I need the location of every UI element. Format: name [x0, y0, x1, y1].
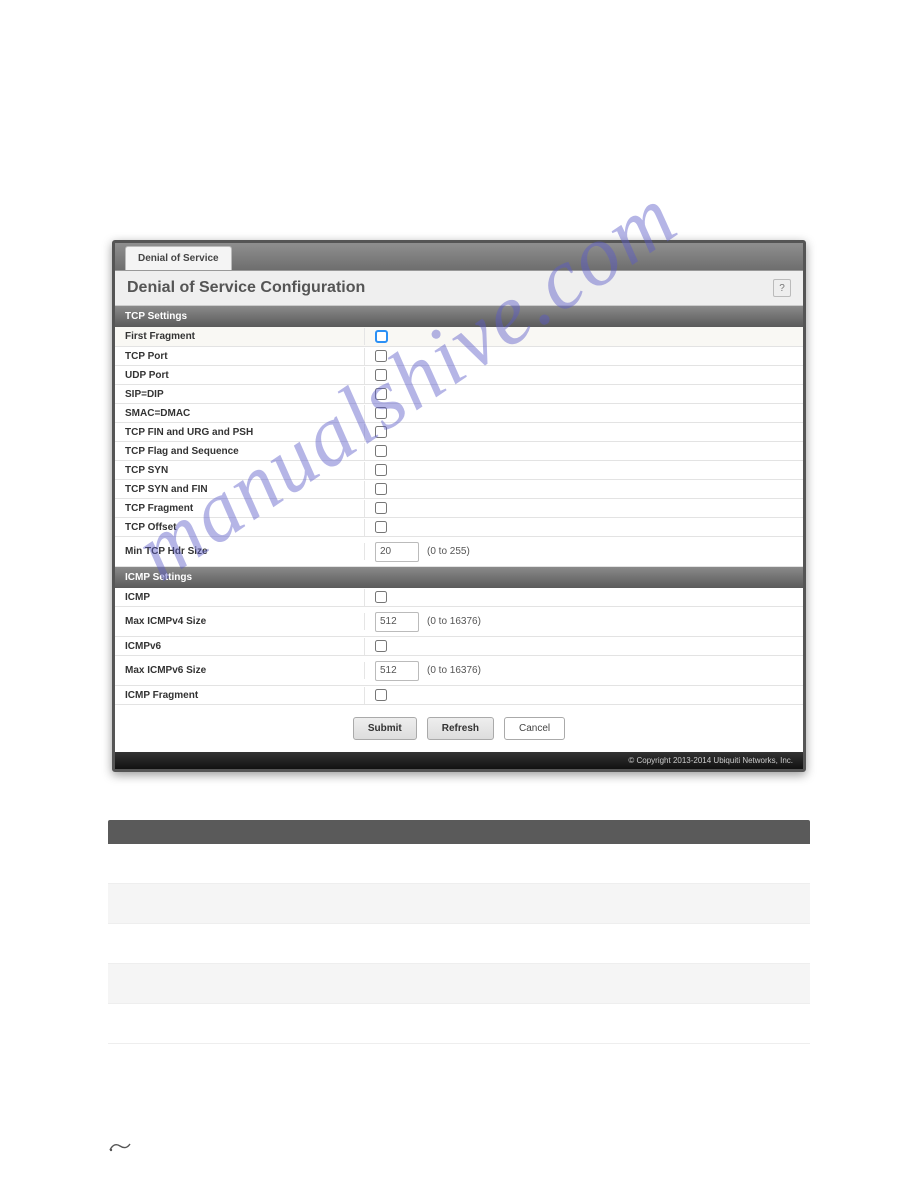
checkbox-first-fragment[interactable]	[375, 330, 388, 343]
field-table-row	[108, 844, 810, 884]
row-tcp-fragment: TCP Fragment	[115, 499, 803, 518]
range-max-icmpv4: (0 to 16376)	[427, 616, 481, 627]
label-icmp-fragment: ICMP Fragment	[115, 687, 365, 704]
row-udp-port: UDP Port	[115, 366, 803, 385]
cancel-button[interactable]: Cancel	[504, 717, 565, 740]
row-tcp-port: TCP Port	[115, 347, 803, 366]
row-tcp-syn-fin: TCP SYN and FIN	[115, 480, 803, 499]
label-tcp-port: TCP Port	[115, 348, 365, 365]
row-tcp-offset: TCP Offset	[115, 518, 803, 537]
input-min-tcp-hdr[interactable]	[375, 542, 419, 562]
section-header-icmp: ICMP Settings	[115, 567, 803, 588]
row-smac-dmac: SMAC=DMAC	[115, 404, 803, 423]
label-tcp-offset: TCP Offset	[115, 519, 365, 536]
range-min-tcp-hdr: (0 to 255)	[427, 546, 470, 557]
label-tcp-syn: TCP SYN	[115, 462, 365, 479]
label-sip-dip: SIP=DIP	[115, 386, 365, 403]
tab-denial-of-service[interactable]: Denial of Service	[125, 246, 232, 270]
field-table-row	[108, 1004, 810, 1044]
field-table-row	[108, 924, 810, 964]
row-icmp: ICMP	[115, 588, 803, 607]
help-button[interactable]: ?	[773, 279, 791, 297]
label-tcp-fin-urg-psh: TCP FIN and URG and PSH	[115, 424, 365, 441]
checkbox-tcp-offset[interactable]	[375, 521, 387, 533]
label-min-tcp-hdr: Min TCP Hdr Size	[115, 543, 365, 560]
row-max-icmpv6: Max ICMPv6 Size (0 to 16376)	[115, 656, 803, 686]
label-tcp-fragment: TCP Fragment	[115, 500, 365, 517]
row-tcp-flag-seq: TCP Flag and Sequence	[115, 442, 803, 461]
row-first-fragment: First Fragment	[115, 327, 803, 347]
page-title-bar: Denial of Service Configuration ?	[115, 271, 803, 306]
row-icmpv6: ICMPv6	[115, 637, 803, 656]
checkbox-sip-dip[interactable]	[375, 388, 387, 400]
label-smac-dmac: SMAC=DMAC	[115, 405, 365, 422]
label-tcp-syn-fin: TCP SYN and FIN	[115, 481, 365, 498]
label-max-icmpv4: Max ICMPv4 Size	[115, 613, 365, 630]
input-max-icmpv4[interactable]	[375, 612, 419, 632]
row-sip-dip: SIP=DIP	[115, 385, 803, 404]
label-udp-port: UDP Port	[115, 367, 365, 384]
input-max-icmpv6[interactable]	[375, 661, 419, 681]
label-icmpv6: ICMPv6	[115, 638, 365, 655]
checkbox-tcp-fragment[interactable]	[375, 502, 387, 514]
field-table-row	[108, 884, 810, 924]
checkbox-tcp-port[interactable]	[375, 350, 387, 362]
checkbox-icmpv6[interactable]	[375, 640, 387, 652]
checkbox-icmp-fragment[interactable]	[375, 689, 387, 701]
submit-button[interactable]: Submit	[353, 717, 417, 740]
checkbox-tcp-syn[interactable]	[375, 464, 387, 476]
button-bar: Submit Refresh Cancel	[115, 705, 803, 752]
copyright-footer: © Copyright 2013-2014 Ubiquiti Networks,…	[115, 752, 803, 769]
section-header-tcp: TCP Settings	[115, 306, 803, 327]
field-table-row	[108, 964, 810, 1004]
ubiquiti-logo-icon	[108, 1140, 132, 1152]
label-first-fragment: First Fragment	[115, 328, 365, 345]
label-max-icmpv6: Max ICMPv6 Size	[115, 662, 365, 679]
refresh-button[interactable]: Refresh	[427, 717, 494, 740]
row-max-icmpv4: Max ICMPv4 Size (0 to 16376)	[115, 607, 803, 637]
checkbox-icmp[interactable]	[375, 591, 387, 603]
checkbox-tcp-flag-seq[interactable]	[375, 445, 387, 457]
row-icmp-fragment: ICMP Fragment	[115, 686, 803, 705]
field-table-header	[108, 820, 810, 844]
config-screenshot: Denial of Service Denial of Service Conf…	[112, 240, 806, 772]
checkbox-smac-dmac[interactable]	[375, 407, 387, 419]
checkbox-tcp-fin-urg-psh[interactable]	[375, 426, 387, 438]
label-tcp-flag-seq: TCP Flag and Sequence	[115, 443, 365, 460]
checkbox-udp-port[interactable]	[375, 369, 387, 381]
checkbox-tcp-syn-fin[interactable]	[375, 483, 387, 495]
range-max-icmpv6: (0 to 16376)	[427, 665, 481, 676]
label-icmp: ICMP	[115, 589, 365, 606]
tab-bar: Denial of Service	[115, 243, 803, 271]
row-tcp-fin-urg-psh: TCP FIN and URG and PSH	[115, 423, 803, 442]
field-table	[108, 820, 810, 1044]
row-min-tcp-hdr: Min TCP Hdr Size (0 to 255)	[115, 537, 803, 567]
row-tcp-syn: TCP SYN	[115, 461, 803, 480]
page-title: Denial of Service Configuration	[127, 279, 365, 297]
